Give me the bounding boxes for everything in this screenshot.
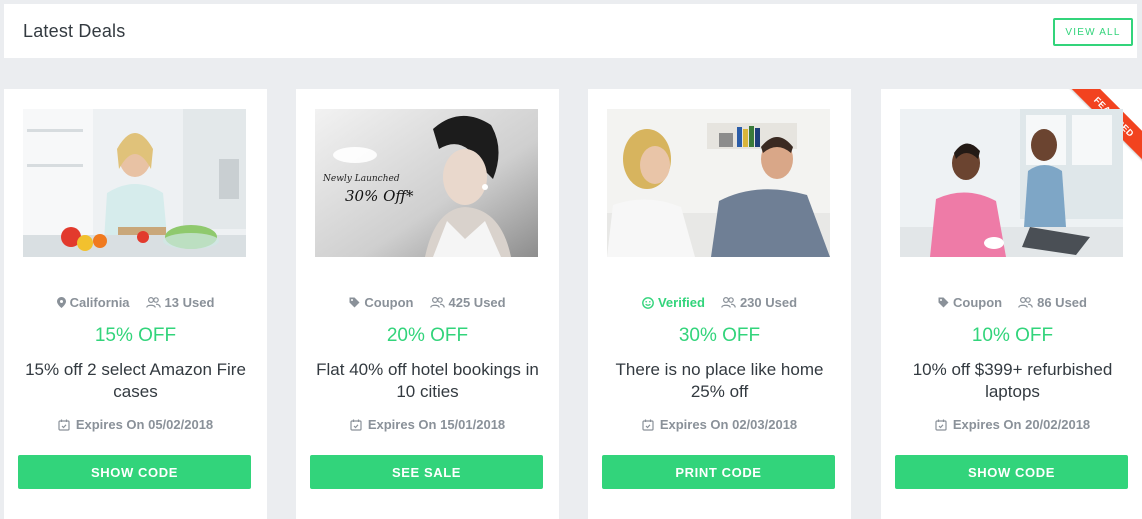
used-count: 230 Used: [721, 295, 797, 310]
discount: 15% OFF: [94, 325, 177, 346]
image-caption-line1: Newly Launched: [322, 174, 400, 184]
latest-deals-header: Latest Deals VIEW ALL: [4, 4, 1137, 58]
calendar-icon: [935, 419, 947, 431]
used-count: 86 Used: [1018, 295, 1087, 310]
used-label: 425 Used: [448, 295, 506, 310]
deal-card-hotel: Newly Launched 30% Off* Coupon 425 Used …: [296, 89, 559, 519]
users-icon: [721, 297, 736, 308]
smile-icon: [642, 296, 654, 309]
expiry: Expires On 02/03/2018: [588, 417, 851, 432]
deal-title[interactable]: 10% off $399+ refurbished laptops: [893, 359, 1132, 403]
location-label: California: [69, 295, 130, 310]
discount: 10% OFF: [971, 325, 1054, 346]
deal-meta: Coupon 425 Used: [296, 295, 559, 310]
expiry: Expires On 15/01/2018: [296, 417, 559, 432]
deal-card-california: California 13 Used 15% OFF 15% off 2 sel…: [4, 89, 267, 519]
deal-card-home: Verified 230 Used 30% OFF There is no pl…: [588, 89, 851, 519]
used-label: 13 Used: [164, 295, 215, 310]
calendar-icon: [642, 419, 654, 431]
used-count: 425 Used: [429, 295, 506, 310]
deal-meta: Coupon 86 Used: [881, 295, 1142, 310]
deal-image-laptop-couple[interactable]: [900, 109, 1123, 257]
users-icon: [1018, 297, 1033, 308]
deal-title[interactable]: 15% off 2 select Amazon Fire cases: [16, 359, 255, 403]
used-label: 86 Used: [1037, 295, 1087, 310]
tag-icon: [349, 297, 360, 308]
expiry: Expires On 05/02/2018: [4, 417, 267, 432]
section-title: Latest Deals: [23, 21, 126, 41]
calendar-icon: [58, 419, 70, 431]
expiry-label: Expires On 15/01/2018: [367, 417, 506, 432]
verified-label: Verified: [657, 295, 705, 310]
discount: 20% OFF: [386, 325, 469, 346]
used-count: 13 Used: [145, 295, 215, 310]
calendar-icon: [350, 419, 362, 431]
verified-status: Verified: [642, 295, 705, 310]
deal-card-laptops: FEATURED Coupon 86 Used 10% OFF 10% off …: [881, 89, 1142, 519]
deal-title[interactable]: Flat 40% off hotel bookings in 10 cities: [308, 359, 547, 403]
type-label: Coupon: [364, 295, 414, 310]
type: Coupon: [938, 295, 1002, 310]
show-code-button[interactable]: SHOW CODE: [18, 455, 251, 489]
deal-image-fashion[interactable]: Newly Launched 30% Off*: [315, 109, 538, 257]
users-icon: [429, 297, 445, 308]
type: Coupon: [349, 295, 414, 310]
print-code-button[interactable]: PRINT CODE: [602, 455, 835, 489]
deal-image-couple[interactable]: [607, 109, 830, 257]
see-sale-button[interactable]: SEE SALE: [310, 455, 543, 489]
tag-icon: [938, 297, 949, 308]
location: California: [56, 295, 130, 310]
image-caption-line2: 30% Off*: [345, 187, 414, 205]
deal-meta: California 13 Used: [4, 295, 267, 310]
expiry-label: Expires On 05/02/2018: [75, 417, 214, 432]
discount: 30% OFF: [678, 325, 761, 346]
map-pin-icon: [56, 297, 66, 308]
expiry: Expires On 20/02/2018: [881, 417, 1142, 432]
expiry-label: Expires On 20/02/2018: [952, 417, 1091, 432]
expiry-label: Expires On 02/03/2018: [659, 417, 798, 432]
show-code-button[interactable]: SHOW CODE: [895, 455, 1128, 489]
users-icon: [145, 297, 161, 308]
type-label: Coupon: [953, 295, 1003, 310]
used-label: 230 Used: [739, 295, 798, 310]
view-all-button[interactable]: VIEW ALL: [1053, 18, 1133, 46]
deal-image-kitchen[interactable]: [23, 109, 246, 257]
deal-title[interactable]: There is no place like home 25% off: [600, 359, 839, 403]
deal-meta: Verified 230 Used: [588, 295, 851, 310]
